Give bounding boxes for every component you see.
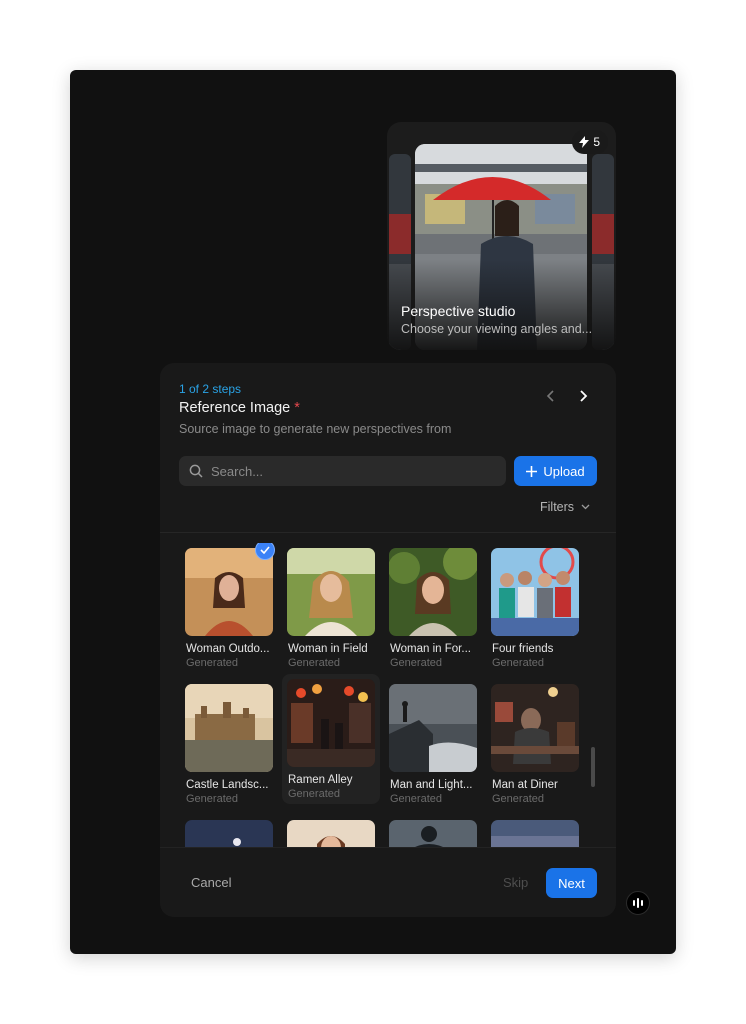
tile-subtitle: Generated	[390, 793, 442, 805]
next-step-arrow-button[interactable]	[572, 385, 594, 407]
step-indicator: 1 of 2 steps	[179, 382, 242, 396]
filters-dropdown[interactable]: Filters	[540, 500, 590, 514]
hero-title: Perspective studio	[401, 303, 516, 319]
search-icon	[189, 464, 203, 478]
thumbnail-woman-forest	[389, 548, 477, 636]
hero-subtitle: Choose your viewing angles and...	[401, 322, 593, 336]
step-title: Reference Image *	[179, 400, 300, 416]
chevron-right-icon	[580, 390, 588, 402]
tile-subtitle: Generated	[288, 657, 340, 669]
thumbnail-woman-outdoors	[185, 548, 273, 636]
tile-title: Four friends	[492, 643, 554, 655]
required-mark: *	[294, 400, 300, 416]
audio-bars-icon	[633, 898, 643, 908]
upload-label: Upload	[543, 463, 585, 479]
thumbnail-woman-field	[287, 548, 375, 636]
reference-image-wizard: 1 of 2 steps Reference Image * Source im…	[160, 363, 616, 917]
cancel-button[interactable]: Cancel	[191, 875, 231, 890]
thumbnail-man-at-diner	[491, 684, 579, 772]
image-tile[interactable]: Woman in For... Generated	[384, 543, 482, 673]
previous-step-button[interactable]	[540, 385, 562, 407]
grid-scrollbar[interactable]	[591, 747, 595, 787]
search-input[interactable]	[211, 463, 481, 479]
divider	[160, 532, 616, 533]
wizard-footer: Cancel Skip Next	[160, 847, 616, 917]
assistant-button[interactable]	[626, 891, 650, 915]
credits-badge: 5	[572, 130, 608, 154]
tile-subtitle: Generated	[288, 788, 340, 800]
chevron-down-icon	[581, 504, 590, 510]
tile-title: Castle Landsc...	[186, 779, 269, 791]
tile-subtitle: Generated	[390, 657, 442, 669]
tile-title: Woman Outdo...	[186, 643, 270, 655]
thumbnail-four-friends	[491, 548, 579, 636]
checkmark-icon	[260, 546, 270, 554]
step-description: Source image to generate new perspective…	[179, 422, 452, 436]
skip-button[interactable]: Skip	[503, 875, 528, 890]
image-tile[interactable]: Four friends Generated	[486, 543, 584, 673]
plus-icon	[526, 465, 538, 477]
image-tile[interactable]: Woman in Field Generated	[282, 543, 380, 673]
search-box[interactable]	[179, 456, 506, 486]
upload-button[interactable]: Upload	[514, 456, 597, 486]
next-button[interactable]: Next	[546, 868, 597, 898]
image-tile[interactable]: Woman Outdo... Generated	[180, 543, 278, 673]
tile-subtitle: Generated	[492, 657, 544, 669]
lightning-icon	[579, 136, 590, 148]
chevron-left-icon	[546, 390, 554, 402]
image-tile[interactable]: Man at Diner Generated	[486, 679, 584, 809]
tile-title: Man and Light...	[390, 779, 473, 791]
tile-title: Ramen Alley	[288, 774, 353, 786]
step-title-text: Reference Image	[179, 400, 291, 416]
image-tile[interactable]: Man and Light... Generated	[384, 679, 482, 809]
thumbnail-ramen-alley	[287, 679, 375, 767]
image-tile-hovered[interactable]: Ramen Alley Generated	[282, 674, 380, 804]
tile-subtitle: Generated	[186, 657, 238, 669]
thumbnail-man-and-lighthouse	[389, 684, 477, 772]
app-frame: 5 Perspective studio Choose your viewing…	[70, 70, 676, 954]
tile-title: Woman in Field	[288, 643, 368, 655]
tile-subtitle: Generated	[186, 793, 238, 805]
tile-title: Woman in For...	[390, 643, 471, 655]
credits-count: 5	[593, 135, 600, 149]
tile-title: Man at Diner	[492, 779, 558, 791]
thumbnail-castle-landscape	[185, 684, 273, 772]
filters-label: Filters	[540, 500, 575, 514]
image-tile[interactable]: Castle Landsc... Generated	[180, 679, 278, 809]
perspective-studio-card[interactable]: 5 Perspective studio Choose your viewing…	[387, 122, 616, 350]
tile-subtitle: Generated	[492, 793, 544, 805]
